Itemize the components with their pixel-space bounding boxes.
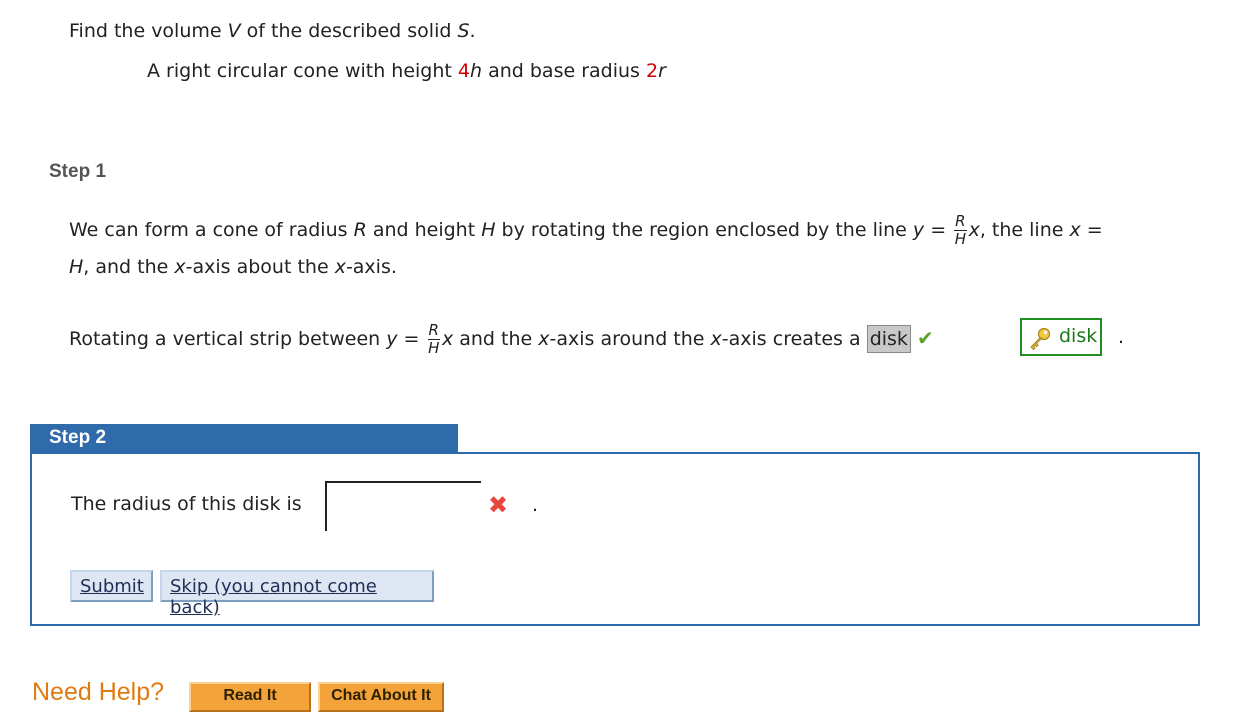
step1-line1: We can form a cone of radius R and heigh… [69, 212, 1103, 248]
fraction-r-over-h-2: RH [427, 321, 440, 357]
submit-button[interactable]: Submit [70, 570, 153, 602]
step1-label: Step 1 [49, 161, 107, 182]
checkmark-icon: ✔ [916, 326, 934, 350]
chat-about-it-button[interactable]: Chat About It [318, 682, 444, 712]
step1-answer-field[interactable]: disk [866, 325, 911, 353]
need-help-heading: Need Help? [32, 678, 165, 706]
answer-key-box[interactable]: disk [1020, 318, 1102, 356]
answer-key-label: disk [1059, 325, 1098, 347]
step1-period: . [1118, 326, 1125, 348]
question-prompt: Find the volume V of the described solid… [69, 20, 476, 42]
step1-line2: H, and the x-axis about the x-axis. [69, 256, 397, 278]
key-icon [1030, 327, 1051, 350]
step2-period: . [532, 494, 539, 516]
radius-prompt: The radius of this disk is [71, 493, 302, 515]
step2-label: Step 2 [30, 424, 458, 454]
radius-input[interactable] [325, 481, 481, 531]
read-it-button[interactable]: Read It [189, 682, 311, 712]
skip-button[interactable]: Skip (you cannot come back) [160, 570, 434, 618]
incorrect-x-icon: ✖ [488, 491, 509, 519]
height-coefficient: 4 [457, 60, 470, 82]
radius-coefficient: 2 [645, 60, 659, 82]
solid-description: A right circular cone with height 4h and… [147, 60, 666, 82]
step1-rotation-sentence: Rotating a vertical strip between y = RH… [69, 321, 934, 357]
fraction-r-over-h: RH [954, 212, 967, 248]
